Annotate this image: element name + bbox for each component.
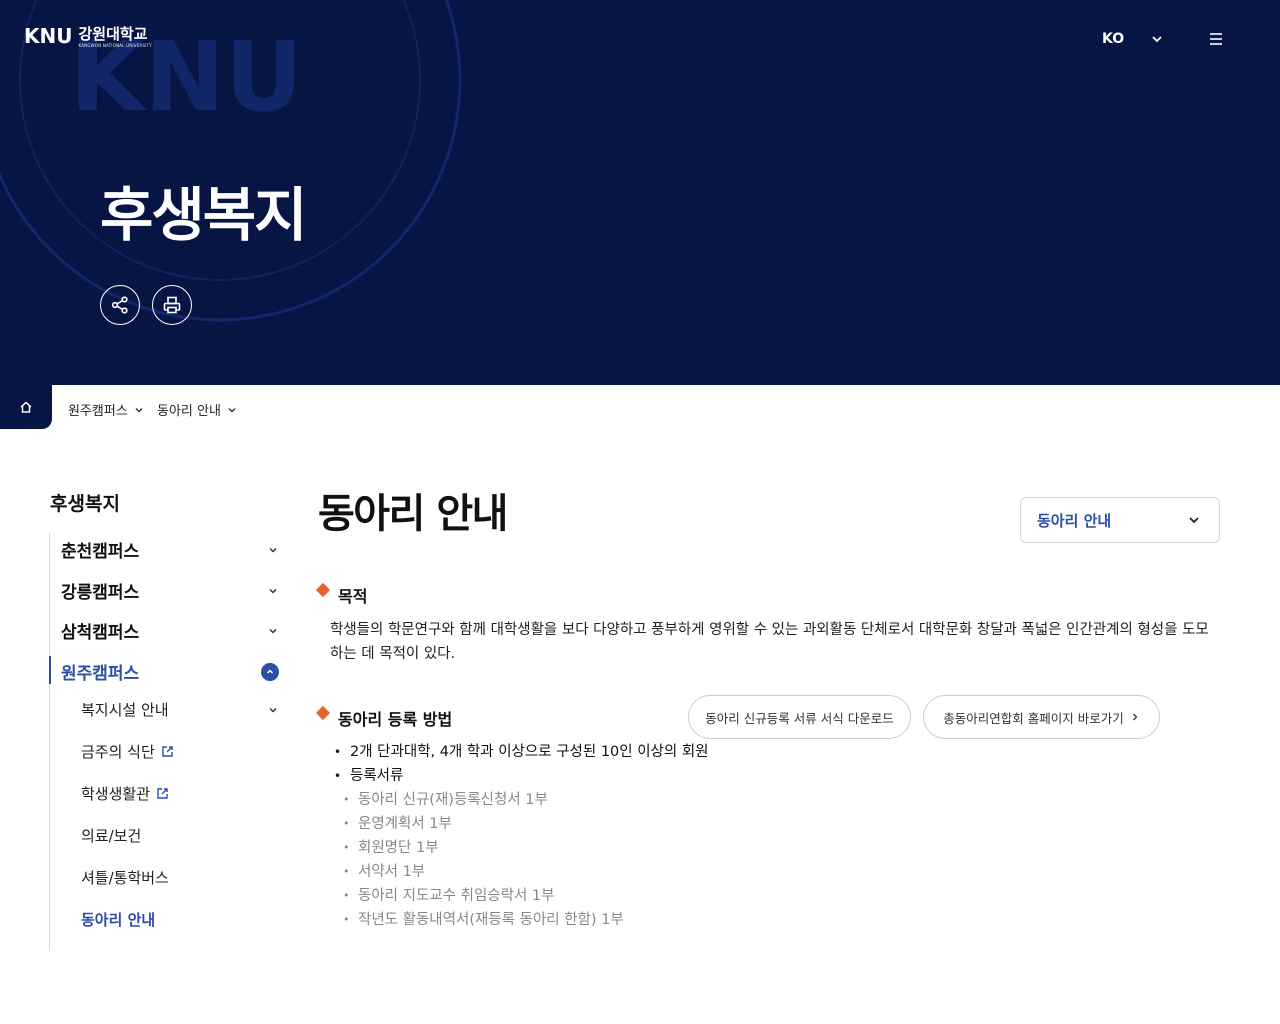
chevron-up-icon bbox=[261, 662, 279, 681]
registration-documents-list: 동아리 신규(재)등록신청서 1부 운영계획서 1부 회원명단 1부 서약서 1… bbox=[343, 788, 624, 932]
language-selector[interactable]: KO bbox=[1102, 31, 1124, 47]
diamond-bullet-icon bbox=[315, 705, 331, 721]
sidebar-active-indicator bbox=[49, 656, 51, 684]
chevron-down-icon bbox=[269, 628, 277, 634]
sidebar-subitem-label: 동아리 안내 bbox=[81, 911, 156, 929]
button-label: 총동아리연합회 홈페이지 바로가기 bbox=[943, 710, 1124, 726]
page-select-dropdown[interactable]: 동아리 안내 bbox=[1020, 497, 1220, 543]
list-item: 동아리 신규(재)등록신청서 1부 bbox=[343, 788, 624, 812]
sidebar-item-chuncheon[interactable]: 춘천캠퍼스 bbox=[61, 537, 279, 562]
sidebar-divider bbox=[49, 533, 50, 951]
section-heading-purpose: 목적 bbox=[315, 582, 368, 607]
sidebar-item-label: 강릉캠퍼스 bbox=[61, 583, 140, 603]
chevron-down-icon bbox=[135, 407, 143, 412]
sidebar-subitem-label: 복지시설 안내 bbox=[81, 701, 169, 719]
sidebar-item-samcheok[interactable]: 삼척캠퍼스 bbox=[61, 618, 279, 643]
sidebar-subitem-weekly-menu[interactable]: 금주의 식단 bbox=[81, 741, 279, 762]
external-link-icon bbox=[162, 746, 173, 757]
chevron-right-icon bbox=[1132, 713, 1138, 721]
logo-korean-name: 강원대학교 bbox=[78, 25, 148, 43]
chevron-down-icon bbox=[269, 547, 277, 553]
sidebar-subitem-label: 의료/보건 bbox=[81, 827, 142, 845]
chevron-down-icon bbox=[1189, 517, 1199, 524]
list-item: 동아리 지도교수 취임승락서 1부 bbox=[343, 884, 624, 908]
sidebar-subitem-label: 금주의 식단 bbox=[81, 743, 155, 761]
sidebar-subitem-welfare-facilities[interactable]: 복지시설 안내 bbox=[81, 699, 279, 720]
purpose-text: 학생들의 학문연구와 함께 대학생활을 보다 다양하고 풍부하게 영위할 수 있… bbox=[330, 622, 1209, 662]
sidebar-subitem-health[interactable]: 의료/보건 bbox=[81, 825, 279, 846]
sidebar-subitem-dormitory[interactable]: 학생생활관 bbox=[81, 783, 279, 804]
print-button[interactable] bbox=[152, 285, 192, 325]
hamburger-menu-icon[interactable] bbox=[1208, 31, 1224, 47]
list-item: 회원명단 1부 bbox=[343, 836, 624, 860]
list-item: 운영계획서 1부 bbox=[343, 812, 624, 836]
sidebar-subitem-label: 학생생활관 bbox=[81, 785, 151, 803]
sidebar-item-gangneung[interactable]: 강릉캠퍼스 bbox=[61, 578, 279, 603]
button-label: 동아리 신규등록 서류 서식 다운로드 bbox=[705, 710, 894, 726]
knu-logo[interactable]: KNU 강원대학교 KANGWON NATIONAL UNIVERSITY bbox=[24, 24, 152, 49]
breadcrumb-campus[interactable]: 원주캠퍼스 bbox=[68, 400, 144, 419]
sidebar-item-label: 원주캠퍼스 bbox=[61, 664, 140, 684]
section-heading-label: 동아리 등록 방법 bbox=[338, 710, 453, 729]
chevron-down-icon bbox=[269, 588, 277, 594]
hero-title: 후생복지 bbox=[100, 181, 307, 249]
breadcrumb-label: 동아리 안내 bbox=[157, 404, 221, 419]
sidebar-item-label: 삼척캠퍼스 bbox=[61, 623, 140, 643]
chevron-down-icon bbox=[228, 407, 236, 412]
external-link-icon bbox=[157, 788, 168, 799]
printer-icon bbox=[163, 296, 181, 314]
share-icon bbox=[111, 296, 128, 314]
sidebar-subitem-shuttle[interactable]: 셔틀/통학버스 bbox=[81, 867, 279, 888]
sidebar-title: 후생복지 bbox=[50, 493, 120, 515]
sidebar-subitem-label: 셔틀/통학버스 bbox=[81, 869, 169, 887]
section-heading-label: 목적 bbox=[338, 587, 368, 606]
sidebar-item-label: 춘천캠퍼스 bbox=[61, 542, 140, 562]
page-title: 동아리 안내 bbox=[318, 491, 508, 537]
list-item: 2개 단과대학, 4개 학과 이상으로 구성된 10인 이상의 회원 bbox=[334, 740, 709, 764]
share-button[interactable] bbox=[100, 285, 140, 325]
section-heading-registration: 동아리 등록 방법 bbox=[315, 705, 453, 730]
breadcrumb-label: 원주캠퍼스 bbox=[68, 404, 128, 419]
home-button[interactable] bbox=[0, 385, 52, 429]
registration-requirements-list: 2개 단과대학, 4개 학과 이상으로 구성된 10인 이상의 회원 등록서류 bbox=[334, 740, 709, 788]
list-item: 등록서류 bbox=[334, 764, 709, 788]
sidebar-subitem-clubs[interactable]: 동아리 안내 bbox=[81, 909, 279, 930]
sidebar-item-wonju[interactable]: 원주캠퍼스 bbox=[61, 659, 279, 684]
chevron-down-icon[interactable] bbox=[1150, 32, 1164, 46]
diamond-bullet-icon bbox=[315, 582, 331, 598]
club-union-homepage-button[interactable]: 총동아리연합회 홈페이지 바로가기 bbox=[923, 695, 1160, 739]
list-item: 서약서 1부 bbox=[343, 860, 624, 884]
chevron-down-icon bbox=[269, 707, 277, 713]
home-icon bbox=[20, 401, 32, 413]
university-seal-watermark: KNU bbox=[0, 0, 462, 322]
hero-banner: KNU KNU 강원대학교 KANGWON NATIONAL UNIVERSIT… bbox=[0, 0, 1280, 385]
logo-mark: KNU bbox=[24, 24, 73, 48]
list-item: 작년도 활동내역서(재등록 동아리 한함) 1부 bbox=[343, 908, 624, 932]
breadcrumb-page[interactable]: 동아리 안내 bbox=[157, 400, 237, 419]
logo-english-name: KANGWON NATIONAL UNIVERSITY bbox=[78, 43, 152, 48]
page-select-value: 동아리 안내 bbox=[1037, 511, 1112, 530]
download-form-button[interactable]: 동아리 신규등록 서류 서식 다운로드 bbox=[688, 695, 911, 739]
